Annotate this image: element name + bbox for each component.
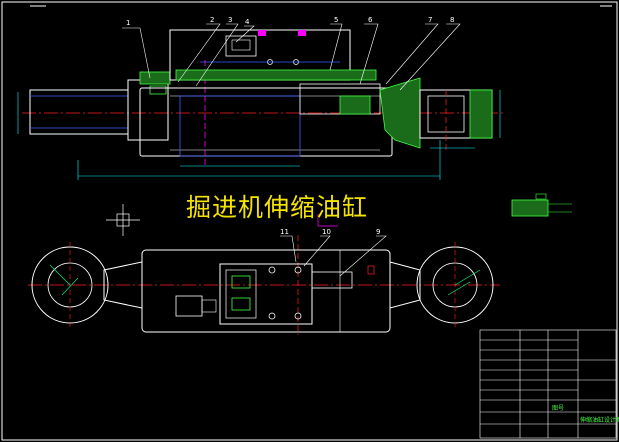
- gland-hatch: [139, 71, 171, 85]
- gland: [127, 79, 169, 141]
- gland-seal: [149, 85, 167, 95]
- port-fitting: [311, 271, 353, 289]
- clevis-eye-hatch: [469, 89, 493, 139]
- end-marker: [367, 265, 375, 275]
- part-label: 11: [280, 228, 289, 236]
- bolt-head: [268, 312, 276, 320]
- detail-hatch: [511, 193, 572, 217]
- part-label: 1: [126, 19, 130, 27]
- part-label: 8: [450, 16, 454, 24]
- part-label: 5: [334, 16, 338, 24]
- rear-hatch: [339, 95, 371, 115]
- title-block-drawing-number: 图号: [552, 405, 564, 412]
- barrel-outline: [141, 249, 391, 333]
- valve-inner: [225, 35, 257, 57]
- cross-marker: [106, 204, 140, 236]
- title-block-drawing-name: 伸缩油缸设计图: [580, 416, 619, 424]
- valve-element: [231, 275, 251, 289]
- valve-inner: [231, 39, 251, 51]
- dimension-line: [49, 264, 71, 286]
- clevis-body: [379, 77, 421, 149]
- part-label: 6: [368, 16, 373, 24]
- part-label: 9: [376, 228, 380, 236]
- part-label: 2: [210, 16, 214, 24]
- bottom-outline-view: [28, 214, 500, 335]
- bolt-head: [268, 266, 276, 274]
- hose-connector-inner: [201, 299, 217, 313]
- part-label: 7: [428, 16, 432, 24]
- part-label: 3: [228, 16, 232, 24]
- fitting-marker: [258, 30, 266, 36]
- piston: [179, 95, 301, 157]
- dimension-line: [454, 269, 481, 286]
- drawing-title: 掘进机伸缩油缸: [186, 193, 369, 222]
- dimension-line: [447, 281, 471, 296]
- fitting-marker: [298, 30, 306, 36]
- part-label: 10: [322, 228, 331, 236]
- top-section-view: [17, 23, 505, 180]
- part-label: 4: [245, 18, 250, 26]
- valve-block-inner: [225, 269, 257, 319]
- piston-rod-end: [29, 89, 129, 135]
- valve-element: [231, 297, 251, 311]
- hose-connector: [175, 295, 203, 317]
- leader-lines-bottom: [280, 235, 387, 277]
